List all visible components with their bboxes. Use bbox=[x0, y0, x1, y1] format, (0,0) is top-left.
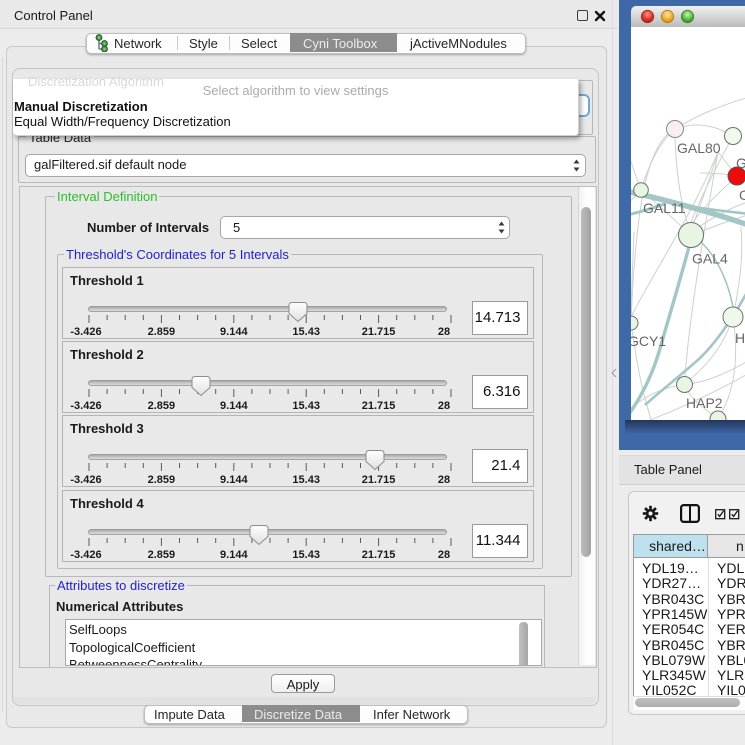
svg-text:-3.426: -3.426 bbox=[70, 549, 101, 561]
svg-text:21.715: 21.715 bbox=[362, 400, 396, 412]
svg-text:9.144: 9.144 bbox=[220, 326, 248, 338]
svg-text:-3.426: -3.426 bbox=[70, 326, 101, 338]
svg-text:28: 28 bbox=[438, 549, 450, 561]
svg-text:28: 28 bbox=[438, 474, 450, 486]
svg-text:9.144: 9.144 bbox=[220, 549, 248, 561]
svg-text:2.859: 2.859 bbox=[148, 474, 176, 486]
svg-text:2.859: 2.859 bbox=[148, 400, 176, 412]
svg-text:28: 28 bbox=[438, 400, 450, 412]
svg-text:2.859: 2.859 bbox=[148, 326, 176, 338]
svg-text:HAP2: HAP2 bbox=[686, 395, 723, 411]
svg-text:9.144: 9.144 bbox=[220, 474, 248, 486]
svg-text:GAL4: GAL4 bbox=[692, 251, 728, 267]
svg-text:15.43: 15.43 bbox=[292, 474, 320, 486]
svg-text:15.43: 15.43 bbox=[292, 326, 320, 338]
svg-text:-3.426: -3.426 bbox=[70, 400, 101, 412]
svg-text:H: H bbox=[735, 330, 745, 346]
svg-text:Threshold 4: Threshold 4 bbox=[70, 496, 144, 511]
svg-text:15.43: 15.43 bbox=[292, 549, 320, 561]
svg-text:GA: GA bbox=[736, 155, 745, 171]
svg-text:GAL80: GAL80 bbox=[677, 140, 721, 156]
svg-text:28: 28 bbox=[438, 326, 450, 338]
svg-text:9.144: 9.144 bbox=[220, 400, 248, 412]
svg-text:GCY1: GCY1 bbox=[631, 333, 666, 349]
svg-text:-3.426: -3.426 bbox=[70, 474, 101, 486]
svg-text:15.43: 15.43 bbox=[292, 400, 320, 412]
svg-text:Threshold 3: Threshold 3 bbox=[70, 421, 144, 436]
svg-text:Threshold 1: Threshold 1 bbox=[70, 273, 144, 288]
svg-text:GAL11: GAL11 bbox=[643, 200, 686, 216]
svg-text:21.715: 21.715 bbox=[362, 326, 396, 338]
svg-text:Threshold 2: Threshold 2 bbox=[70, 347, 144, 362]
svg-text:2.859: 2.859 bbox=[148, 549, 176, 561]
svg-text:21.715: 21.715 bbox=[362, 549, 396, 561]
svg-text:C: C bbox=[739, 187, 745, 203]
svg-text:21.715: 21.715 bbox=[362, 474, 396, 486]
